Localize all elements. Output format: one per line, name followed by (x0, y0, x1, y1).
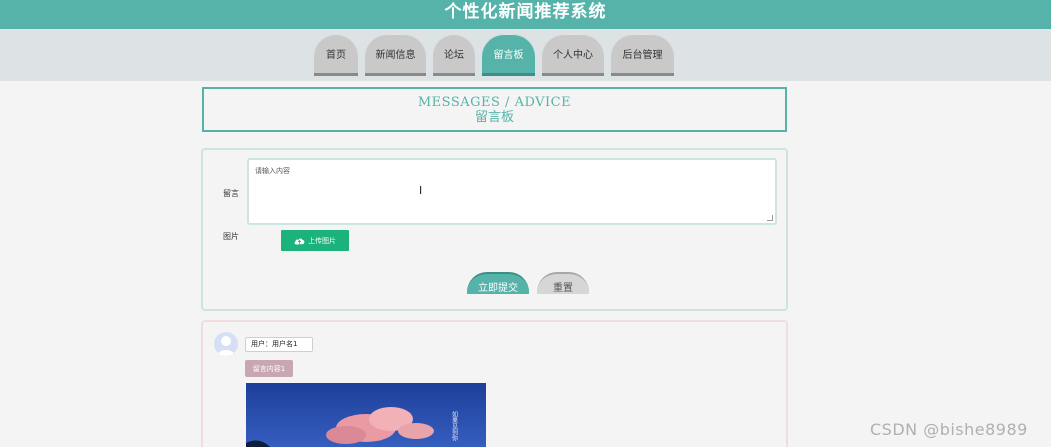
user-avatar (214, 332, 238, 356)
nav-tab-forum[interactable]: 论坛 (433, 34, 475, 76)
site-title: 个性化新闻推荐系统 (444, 2, 607, 22)
message-placeholder: 请输入内容 (255, 167, 290, 175)
upload-image-button[interactable]: 上传图片 (281, 230, 349, 251)
message-textarea[interactable]: 请输入内容 I (247, 158, 777, 225)
message-item: 用户：用户名1 留言内容1 如果见到你 (201, 320, 788, 447)
section-title-chinese: 留言板 (474, 110, 514, 125)
main-nav: 首页 新闻信息 论坛 留言板 个人中心 后台管理 (314, 34, 674, 76)
section-title-english: MESSAGES / ADVICE (417, 95, 572, 110)
message-content-tag: 留言内容1 (245, 360, 293, 377)
nav-tab-message-board[interactable]: 留言板 (482, 34, 535, 76)
nav-tab-news[interactable]: 新闻信息 (365, 34, 426, 76)
message-image-caption: 如果见到你 (451, 410, 458, 441)
nav-tab-admin[interactable]: 后台管理 (611, 34, 674, 76)
nav-tab-home[interactable]: 首页 (314, 34, 358, 76)
message-user-tag: 用户：用户名1 (245, 337, 313, 352)
message-label: 留言 (223, 189, 239, 198)
header-bar: 个性化新闻推荐系统 (0, 0, 1051, 29)
section-title-box: MESSAGES / ADVICE 留言板 (202, 87, 787, 132)
submit-button[interactable]: 立即提交 (467, 272, 529, 294)
resize-handle-icon[interactable] (767, 215, 773, 221)
message-form: 留言 请输入内容 I 图片 上传图片 立即提交 重置 (201, 148, 788, 311)
user-avatar-icon (217, 336, 235, 356)
watermark-text: CSDN @bishe8989 (870, 420, 1028, 439)
text-cursor-icon: I (419, 184, 423, 197)
image-label: 图片 (223, 232, 239, 241)
cloud-upload-icon (294, 238, 305, 244)
nav-tab-user-center[interactable]: 个人中心 (542, 34, 604, 76)
upload-image-label: 上传图片 (308, 236, 336, 245)
message-image: 如果见到你 (246, 383, 486, 447)
reset-button[interactable]: 重置 (537, 272, 589, 294)
